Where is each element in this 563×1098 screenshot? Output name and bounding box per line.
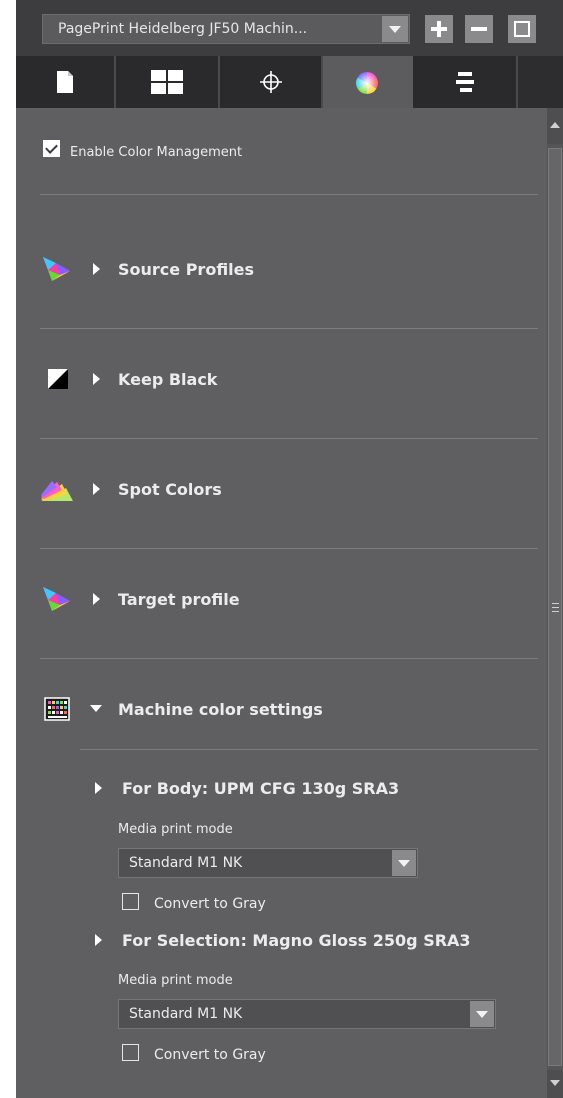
vertical-scrollbar[interactable] [547,108,563,1098]
tab-strip [16,56,563,110]
color-triangle-icon [43,257,70,281]
chevron-down-icon[interactable] [470,1001,494,1027]
black-white-square-icon [48,369,68,389]
section-source-profiles[interactable]: Source Profiles [118,260,254,279]
scroll-up-arrow-icon[interactable] [547,108,563,144]
expand-target-profile-icon[interactable] [93,593,100,605]
divider [40,194,538,195]
expand-body-settings-icon[interactable] [95,782,102,794]
selection-media-print-mode-select[interactable]: Standard M1 NK [118,999,496,1029]
tab-document[interactable] [16,56,116,108]
chevron-down-icon[interactable] [392,850,416,876]
maximize-button[interactable] [508,15,536,43]
selection-media-print-mode-value: Standard M1 NK [129,1006,243,1022]
divider [40,548,538,549]
align-bars-icon [455,72,474,92]
collapse-machine-settings-icon[interactable] [90,705,102,712]
color-swatches-icon [41,481,73,501]
color-management-window: PagePrint Heidelberg JF50 Machin... Enab… [0,0,563,1098]
chevron-down-icon[interactable] [382,16,408,42]
body-media-print-mode-label: Media print mode [118,822,233,837]
tab-strip-filler [518,56,563,108]
selection-convert-to-gray-checkbox[interactable] [122,1044,139,1061]
body-media-print-mode-value: Standard M1 NK [129,855,243,871]
scroll-down-arrow-icon[interactable] [547,1070,563,1098]
body-media-title[interactable]: For Body: UPM CFG 130g SRA3 [122,779,399,798]
color-settings-panel: Enable Color Management Source Profiles … [16,108,547,1098]
crosshair-icon [259,71,282,93]
grip-icon [552,603,559,612]
add-preset-button[interactable] [425,15,453,43]
section-machine-color-settings[interactable]: Machine color settings [118,700,323,719]
section-target-profile[interactable]: Target profile [118,590,240,609]
color-chart-icon [44,697,70,721]
toolbar: PagePrint Heidelberg JF50 Machin... [16,0,563,56]
document-icon [57,71,73,93]
section-keep-black[interactable]: Keep Black [118,370,217,389]
body-convert-to-gray-label: Convert to Gray [154,896,266,912]
check-icon [45,141,58,154]
color-wheel-icon [356,72,378,94]
tab-marks[interactable] [220,56,323,108]
tab-output[interactable] [413,56,518,108]
color-triangle-icon [43,587,70,611]
divider [40,328,538,329]
divider [40,438,538,439]
layout-grid-icon [151,70,183,94]
selection-convert-to-gray-label: Convert to Gray [154,1047,266,1063]
expand-selection-settings-icon[interactable] [95,934,102,946]
enable-cm-checkbox[interactable] [43,140,60,157]
section-spot-colors[interactable]: Spot Colors [118,480,222,499]
expand-source-profiles-icon[interactable] [93,263,100,275]
enable-cm-label: Enable Color Management [70,145,243,160]
body-media-print-mode-select[interactable]: Standard M1 NK [118,848,418,878]
preset-select[interactable]: PagePrint Heidelberg JF50 Machin... [42,14,410,44]
expand-spot-colors-icon[interactable] [93,483,100,495]
remove-preset-button[interactable] [465,15,493,43]
body-convert-to-gray-checkbox[interactable] [122,893,139,910]
tab-layout[interactable] [116,56,220,108]
preset-select-value: PagePrint Heidelberg JF50 Machin... [58,21,308,37]
divider [80,749,538,750]
expand-keep-black-icon[interactable] [93,373,100,385]
divider [40,658,538,659]
selection-media-title[interactable]: For Selection: Magno Gloss 250g SRA3 [122,931,471,950]
scroll-thumb[interactable] [548,148,562,1066]
tab-color[interactable] [323,56,413,110]
selection-media-print-mode-label: Media print mode [118,973,233,988]
